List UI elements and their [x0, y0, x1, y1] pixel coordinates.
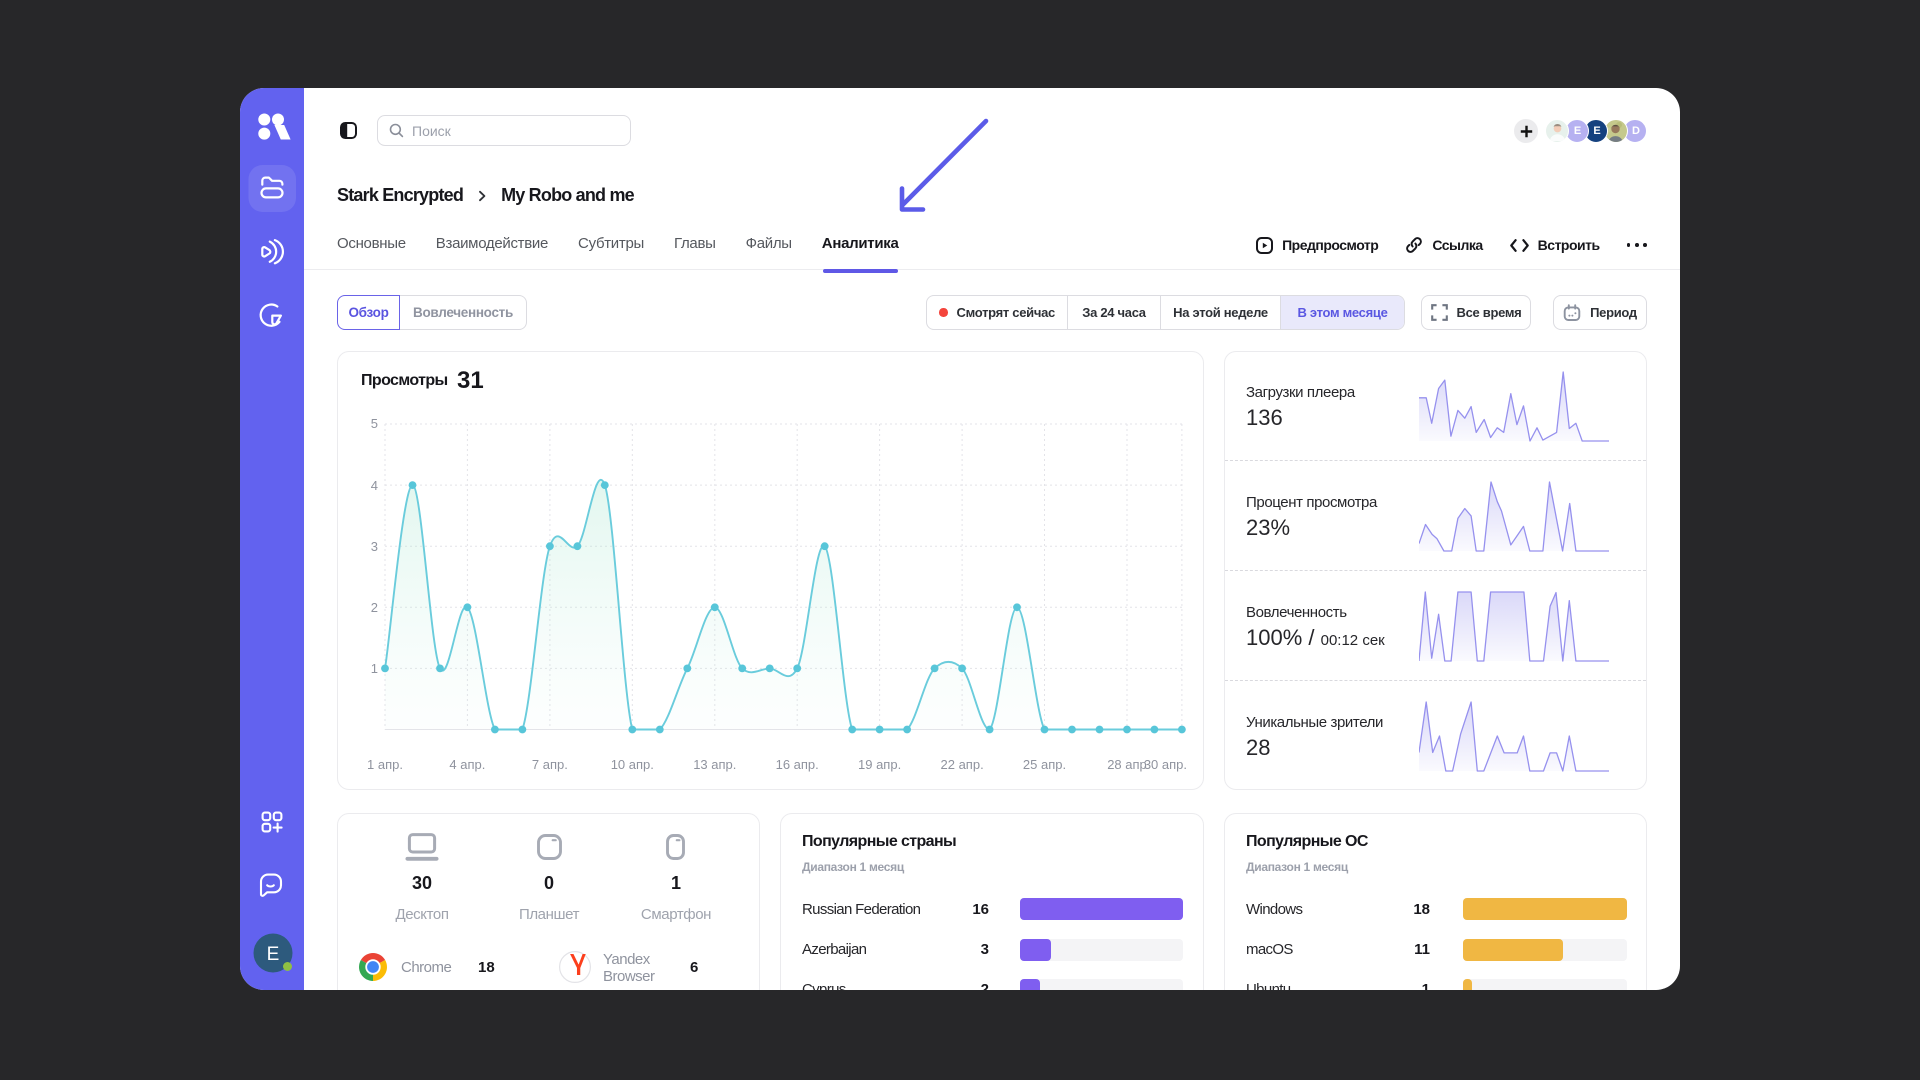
svg-text:30 апр.: 30 апр.	[1144, 757, 1187, 772]
svg-text:3: 3	[371, 539, 378, 554]
svg-text:1 апр.: 1 апр.	[367, 757, 403, 772]
svg-text:10 апр.: 10 апр.	[611, 757, 654, 772]
svg-text:E: E	[267, 944, 280, 965]
svg-text:28 апр: 28 апр	[1107, 757, 1147, 772]
svg-text:25 апр.: 25 апр.	[1023, 757, 1066, 772]
svg-text:2: 2	[371, 600, 378, 615]
svg-text:13 апр.: 13 апр.	[693, 757, 736, 772]
svg-text:5: 5	[371, 416, 378, 431]
svg-text:1: 1	[371, 661, 378, 676]
svg-text:16 апр.: 16 апр.	[776, 757, 819, 772]
svg-text:7 апр.: 7 апр.	[532, 757, 568, 772]
svg-text:4 апр.: 4 апр.	[449, 757, 485, 772]
svg-text:19 апр.: 19 апр.	[858, 757, 901, 772]
svg-text:22 апр.: 22 апр.	[941, 757, 984, 772]
svg-text:4: 4	[371, 478, 378, 493]
